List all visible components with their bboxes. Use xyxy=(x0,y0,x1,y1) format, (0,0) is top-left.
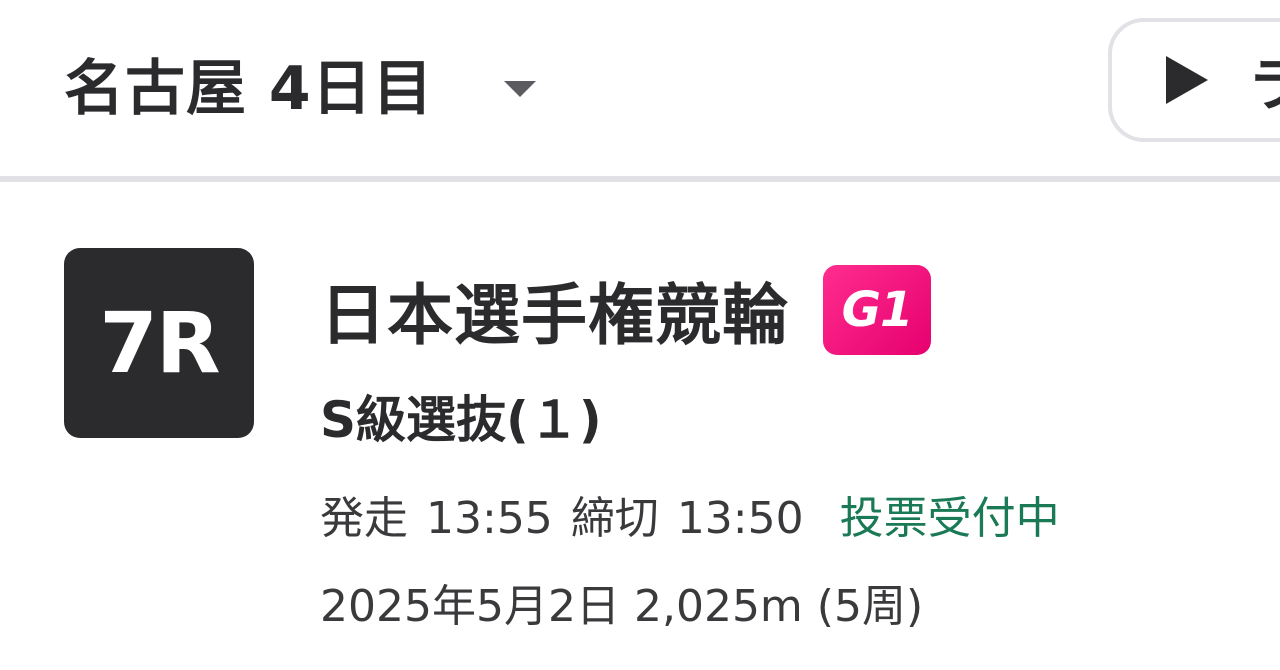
play-icon xyxy=(1166,56,1208,104)
grade-badge: G1 xyxy=(823,265,931,355)
caret-down-icon xyxy=(503,81,536,97)
grade-label: G1 xyxy=(841,282,914,338)
live-video-button[interactable]: ラ xyxy=(1108,18,1280,142)
race-laps: (5周) xyxy=(816,581,924,632)
start-label: 発走 xyxy=(320,493,408,544)
live-button-label: ラ xyxy=(1248,51,1280,119)
race-class: S級選抜(１) xyxy=(320,391,602,449)
header: 名古屋 4日目 ラ xyxy=(0,0,1280,182)
race-distance: 2,025m xyxy=(633,581,803,632)
race-date-row: 2025年5月2日 2,025m (5周) xyxy=(320,570,1060,634)
venue-day-selector[interactable]: 名古屋 4日目 xyxy=(64,44,536,134)
race-time-row: 発走 13:55 締切 13:50 投票受付中 xyxy=(320,482,1060,546)
header-divider xyxy=(0,176,1280,182)
race-title-row: 日本選手権競輪 G1 xyxy=(320,262,1060,358)
start-time: 13:55 xyxy=(426,493,553,544)
race-info: 日本選手権競輪 G1 S級選抜(１) 発走 13:55 締切 13:50 投票受… xyxy=(320,262,1060,634)
close-time: 13:50 xyxy=(676,493,804,544)
race-title: 日本選手権競輪 xyxy=(320,277,789,354)
race-detail-page: 名古屋 4日目 ラ 7R 日本選手権競輪 G1 S級選抜(１) 発走 13:55… xyxy=(0,0,1280,670)
race-number: 7R xyxy=(99,294,220,392)
betting-status: 投票受付中 xyxy=(839,493,1060,544)
close-label: 締切 xyxy=(570,493,659,544)
race-date: 2025年5月2日 xyxy=(320,581,620,632)
race-number-badge: 7R xyxy=(64,248,254,438)
venue-title: 名古屋 4日目 xyxy=(64,54,434,124)
